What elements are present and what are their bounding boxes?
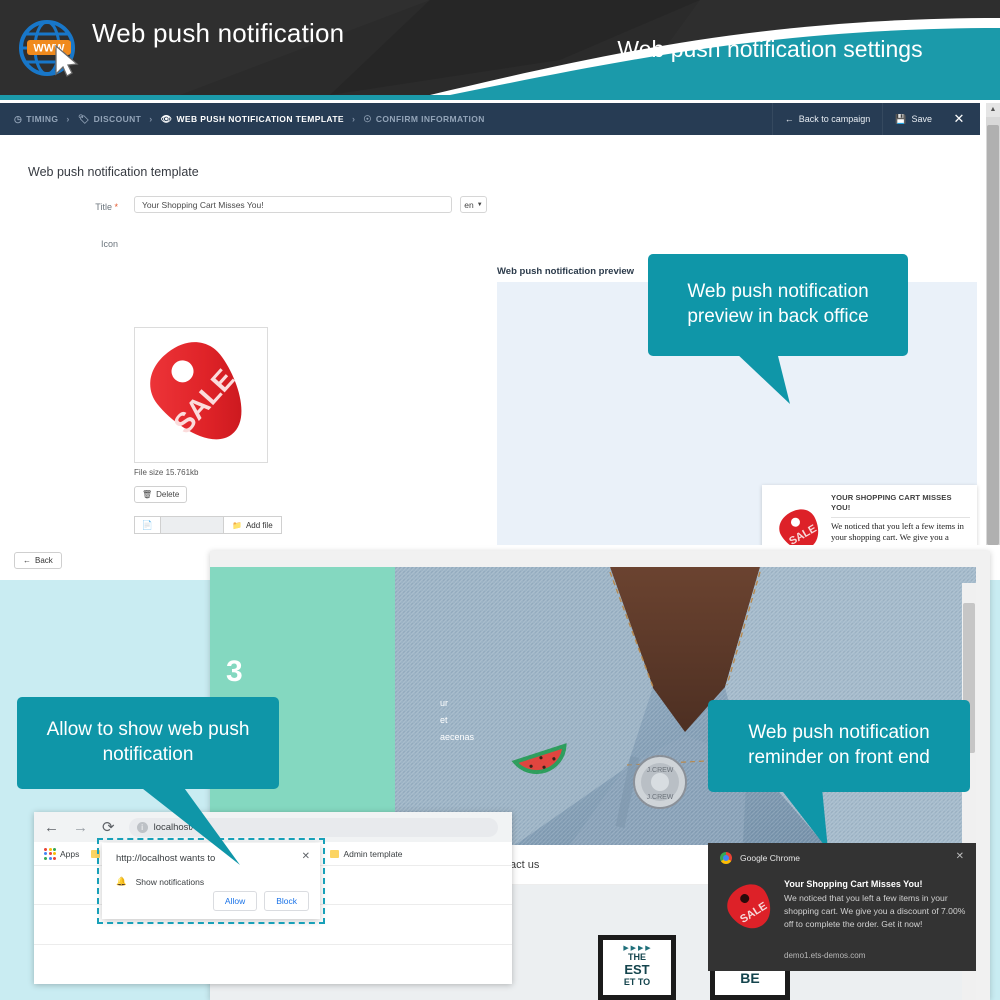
- chrome-icon: [720, 852, 732, 864]
- close-icon[interactable]: ✕: [941, 103, 977, 135]
- breadcrumb-label: CONFIRM INFORMATION: [375, 114, 485, 124]
- toast-url: demo1.ets-demos.com: [784, 951, 866, 960]
- preview-panel-heading: Web push notification preview: [497, 266, 635, 277]
- back-to-campaign-label: Back to campaign: [798, 114, 871, 124]
- callout-allow-notification: Allow to show web push notification: [17, 697, 279, 789]
- sale-tag-image: SALE: [150, 342, 242, 439]
- eye-icon: 👁: [160, 113, 173, 124]
- add-file-button[interactable]: 📁 Add file: [223, 516, 282, 534]
- breadcrumb-step-confirm[interactable]: ☉ CONFIRM INFORMATION: [356, 114, 491, 124]
- scroll-up-arrow-icon[interactable]: ▲: [986, 103, 1000, 117]
- bookmark-admin-template[interactable]: Admin template: [330, 848, 403, 859]
- callout-text: Web push notification reminder on front …: [748, 722, 930, 768]
- preview-card-divider: [831, 516, 970, 518]
- apps-grid-icon: [44, 847, 56, 860]
- add-file-label: Add file: [245, 520, 273, 530]
- callout-text: Allow to show web push notification: [46, 719, 250, 765]
- save-label: Save: [911, 114, 932, 124]
- clock-icon: ◷: [14, 113, 23, 124]
- arrow-left-icon: ←: [23, 556, 31, 565]
- callout-preview-tail: [735, 352, 790, 404]
- back-to-campaign-button[interactable]: ← Back to campaign: [771, 103, 883, 135]
- arrow-left-icon: ←: [784, 114, 794, 124]
- breadcrumb-step-template[interactable]: 👁 WEB PUSH NOTIFICATION TEMPLATE: [154, 114, 351, 124]
- breadcrumb-label: DISCOUNT: [93, 114, 142, 124]
- title-language-value: en: [464, 199, 474, 210]
- callout-frontend-reminder: Web push notification reminder on front …: [708, 700, 970, 792]
- toast-header: Google Chrome: [720, 852, 800, 864]
- hero-heading: 3: [226, 655, 243, 688]
- title-input-value: Your Shopping Cart Misses You!: [142, 199, 264, 210]
- backoffice-scrollbar[interactable]: [986, 103, 1000, 565]
- hero-subtext: ur et aecenas: [440, 698, 475, 743]
- delete-label: Delete: [156, 490, 180, 499]
- page-divider-2: [34, 944, 512, 945]
- svg-text:J.CREW: J.CREW: [647, 767, 674, 774]
- arrow-left-icon[interactable]: ←: [44, 819, 59, 836]
- callout-preview-backoffice: Web push notification preview in back of…: [648, 254, 908, 356]
- title-language-select[interactable]: en ▼: [460, 196, 487, 213]
- close-icon[interactable]: ✕: [956, 851, 964, 862]
- product-poster-1[interactable]: ▶ ▶ ▶ ▶ THE EST ET TO: [598, 935, 676, 1000]
- globe-www-cursor-icon: WWW: [19, 20, 79, 77]
- scrollbar-thumb[interactable]: [987, 125, 999, 545]
- browser-titlebar: [210, 551, 990, 567]
- file-icon: 📄: [134, 516, 160, 534]
- file-name-field[interactable]: [160, 516, 223, 534]
- arrow-right-icon[interactable]: →: [73, 819, 88, 836]
- callout-text: Web push notification preview in back of…: [687, 281, 869, 327]
- trash-icon: 🗑: [142, 490, 153, 499]
- floppy-disk-icon: 💾: [895, 113, 907, 124]
- chevron-down-icon: ▼: [476, 201, 483, 208]
- breadcrumb-step-timing[interactable]: ◷ TIMING: [0, 114, 65, 124]
- check-circle-icon: ☉: [363, 113, 372, 124]
- banner-title: Web push notification: [92, 18, 345, 48]
- save-button[interactable]: 💾 Save: [882, 103, 944, 135]
- icon-preview-box: SALE: [134, 327, 268, 463]
- toast-title: Your Shopping Cart Misses You!: [784, 879, 923, 889]
- toast-body: We noticed that you left a few items in …: [784, 893, 966, 929]
- chrome-toast-notification: Google Chrome ✕ SALE Your Shopping Cart …: [708, 843, 976, 971]
- delete-icon-button[interactable]: 🗑 Delete: [134, 486, 188, 503]
- storefront-nav-contact-link[interactable]: act us: [510, 859, 539, 871]
- page-banner: WWW Web push notification Web push notif…: [0, 0, 1000, 95]
- svg-text:J.CREW: J.CREW: [647, 794, 674, 801]
- breadcrumb-label: TIMING: [26, 114, 59, 124]
- callout-frontend-tail: [780, 788, 828, 850]
- preview-card-title: YOUR SHOPPING CART MISSES YOU!: [831, 493, 952, 513]
- sale-tag-image: SALE: [727, 884, 771, 929]
- bookmark-apps[interactable]: Apps: [44, 847, 80, 860]
- title-input[interactable]: Your Shopping Cart Misses You!: [134, 196, 452, 213]
- file-upload-control[interactable]: 📄 📁 Add file: [134, 516, 282, 534]
- back-button-label: Back: [35, 556, 53, 565]
- folder-open-icon: 📁: [232, 520, 242, 530]
- tag-icon: 🏷: [77, 113, 90, 124]
- backoffice-actions: ← Back to campaign 💾 Save: [771, 103, 944, 135]
- template-panel-heading: Web push notification template: [28, 165, 199, 179]
- toast-app-name: Google Chrome: [740, 853, 801, 863]
- breadcrumb-label: WEB PUSH NOTIFICATION TEMPLATE: [176, 114, 344, 124]
- back-button[interactable]: ← Back: [14, 552, 62, 569]
- icon-field-label: Icon: [100, 239, 118, 249]
- bookmark-label: Apps: [60, 848, 80, 859]
- bookmark-label: Admin template: [343, 848, 403, 859]
- folder-icon: [330, 849, 340, 858]
- reload-icon[interactable]: ⟳: [102, 818, 115, 836]
- callout-allow-tail: [138, 785, 240, 865]
- file-size-text: File size 15.761kb: [134, 468, 199, 477]
- breadcrumb-step-discount[interactable]: 🏷 DISCOUNT: [71, 114, 148, 124]
- title-field-label: Title *: [95, 202, 118, 212]
- banner-subtitle: Web push notification settings: [617, 36, 923, 62]
- required-marker: *: [114, 202, 118, 212]
